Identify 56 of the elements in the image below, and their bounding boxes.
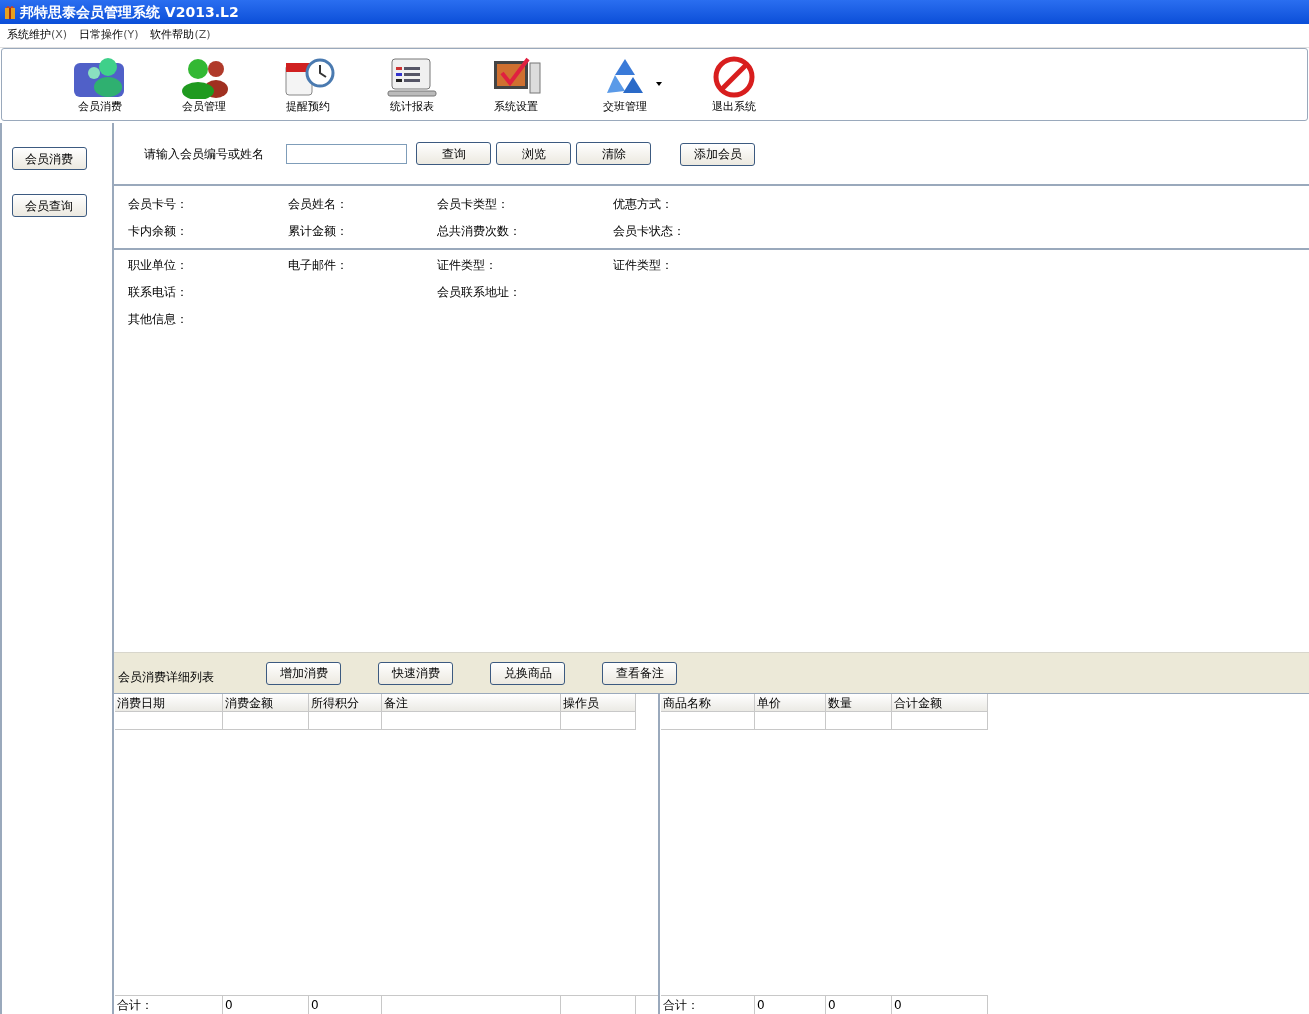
field-label: 总共消费次数： (437, 223, 522, 240)
search-label: 请输入会员编号或姓名 (144, 145, 265, 163)
push-button[interactable]: 清除 (576, 142, 651, 165)
field-label: 会员卡号： (128, 196, 189, 213)
section-title: 会员消费详细列表 (118, 669, 215, 686)
field-label: 证件类型： (437, 256, 498, 274)
push-button[interactable]: 浏览 (496, 142, 571, 165)
toolbar-button[interactable]: 交班管理 (568, 54, 682, 115)
column-header[interactable]: 商品名称 (661, 694, 755, 712)
total-cell: 0 (757, 998, 765, 1012)
column-header[interactable]: 消费日期 (115, 694, 223, 712)
field-label: 会员卡状态： (613, 223, 686, 240)
menu-item[interactable]: 软件帮助(Z) (150, 27, 211, 44)
field-label: 证件类型： (613, 256, 674, 274)
push-button[interactable]: 会员消费 (11, 147, 87, 170)
search-field[interactable] (286, 143, 407, 164)
toolbar-button[interactable]: 会员消费 (48, 54, 152, 115)
push-button[interactable]: 快速消费 (378, 661, 453, 685)
total-cell: 0 (311, 998, 319, 1012)
push-button[interactable]: 增加消费 (266, 661, 341, 685)
toolbar-button[interactable]: 统计报表 (360, 54, 464, 115)
push-button[interactable]: 查询 (416, 142, 491, 165)
column-header[interactable]: 操作员 (561, 694, 636, 712)
field-label: 联系电话： (128, 283, 189, 301)
menu-item[interactable]: 系统维护(X) (7, 27, 68, 44)
column-header[interactable]: 所得积分 (309, 694, 382, 712)
field-label: 卡内余额： (128, 223, 189, 240)
field-label: 累计金额： (288, 223, 349, 240)
total-cell: 0 (894, 998, 902, 1012)
field-label: 优惠方式： (613, 196, 674, 213)
field-label: 会员卡类型： (437, 196, 510, 213)
push-button[interactable]: 查看备注 (602, 661, 677, 685)
column-header[interactable]: 备注 (382, 694, 561, 712)
column-header[interactable]: 单价 (755, 694, 826, 712)
app-icon (3, 4, 17, 20)
total-cell: 0 (225, 998, 233, 1012)
field-label: 会员姓名： (288, 196, 349, 213)
toolbar-button[interactable]: 会员管理 (152, 54, 256, 115)
toolbar-button[interactable]: 退出系统 (682, 54, 786, 115)
field-label: 会员联系地址： (437, 283, 522, 301)
total-cell: 0 (828, 998, 836, 1012)
column-header[interactable]: 消费金额 (223, 694, 309, 712)
column-header[interactable]: 合计金额 (892, 694, 988, 712)
field-label: 职业单位： (128, 256, 189, 274)
push-button[interactable]: 会员查询 (11, 194, 87, 217)
field-label: 电子邮件： (288, 256, 349, 274)
window-title: 邦特思泰会员管理系统 V2013.L2 (20, 2, 239, 22)
menu-item[interactable]: 日常操作(Y) (79, 27, 139, 44)
total-cell: 合计： (117, 998, 153, 1012)
push-button[interactable]: 兑换商品 (490, 661, 565, 685)
toolbar-button[interactable]: 提醒预约 (256, 54, 360, 115)
field-label: 其他信息： (128, 310, 189, 328)
total-cell: 合计： (663, 998, 699, 1012)
push-button[interactable]: 添加会员 (680, 142, 755, 166)
toolbar-button[interactable]: 系统设置 (464, 54, 568, 115)
column-header[interactable]: 数量 (826, 694, 892, 712)
